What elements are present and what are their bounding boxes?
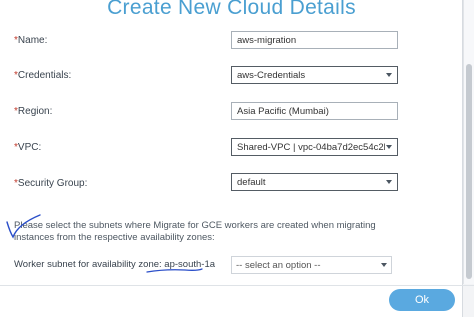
ok-button[interactable]: Ok <box>389 289 455 311</box>
chevron-down-icon <box>386 180 392 184</box>
chevron-down-icon <box>386 73 392 77</box>
credentials-select[interactable]: aws-Credentials <box>231 66 398 84</box>
chevron-down-icon <box>381 263 387 267</box>
footer-divider <box>0 285 474 286</box>
scrollbar-thumb[interactable] <box>466 64 472 279</box>
dialog-scrollbar[interactable] <box>463 0 474 284</box>
subnet-instructions: Please select the subnets where Migrate … <box>14 220 376 243</box>
vpc-label: *VPC: <box>14 142 42 153</box>
region-field[interactable]: Asia Pacific (Mumbai) <box>231 102 398 120</box>
create-cloud-dialog: Create New Cloud Details *Name: aws-migr… <box>0 0 463 317</box>
worker-subnet-select[interactable]: -- select an option -- <box>231 256 392 274</box>
worker-subnet-label: Worker subnet for availability zone: ap-… <box>14 259 216 270</box>
name-input[interactable]: aws-migration <box>231 31 398 49</box>
vpc-select[interactable]: Shared-VPC | vpc-04ba7d2ec54c2be5d <box>231 138 398 156</box>
dialog-title: Create New Cloud Details <box>107 0 356 19</box>
region-label: *Region: <box>14 106 53 117</box>
credentials-label: *Credentials: <box>14 70 72 81</box>
name-label: *Name: <box>14 35 48 46</box>
security-group-label: *Security Group: <box>14 178 88 189</box>
security-group-select[interactable]: default <box>231 173 398 191</box>
chevron-down-icon <box>386 145 392 149</box>
